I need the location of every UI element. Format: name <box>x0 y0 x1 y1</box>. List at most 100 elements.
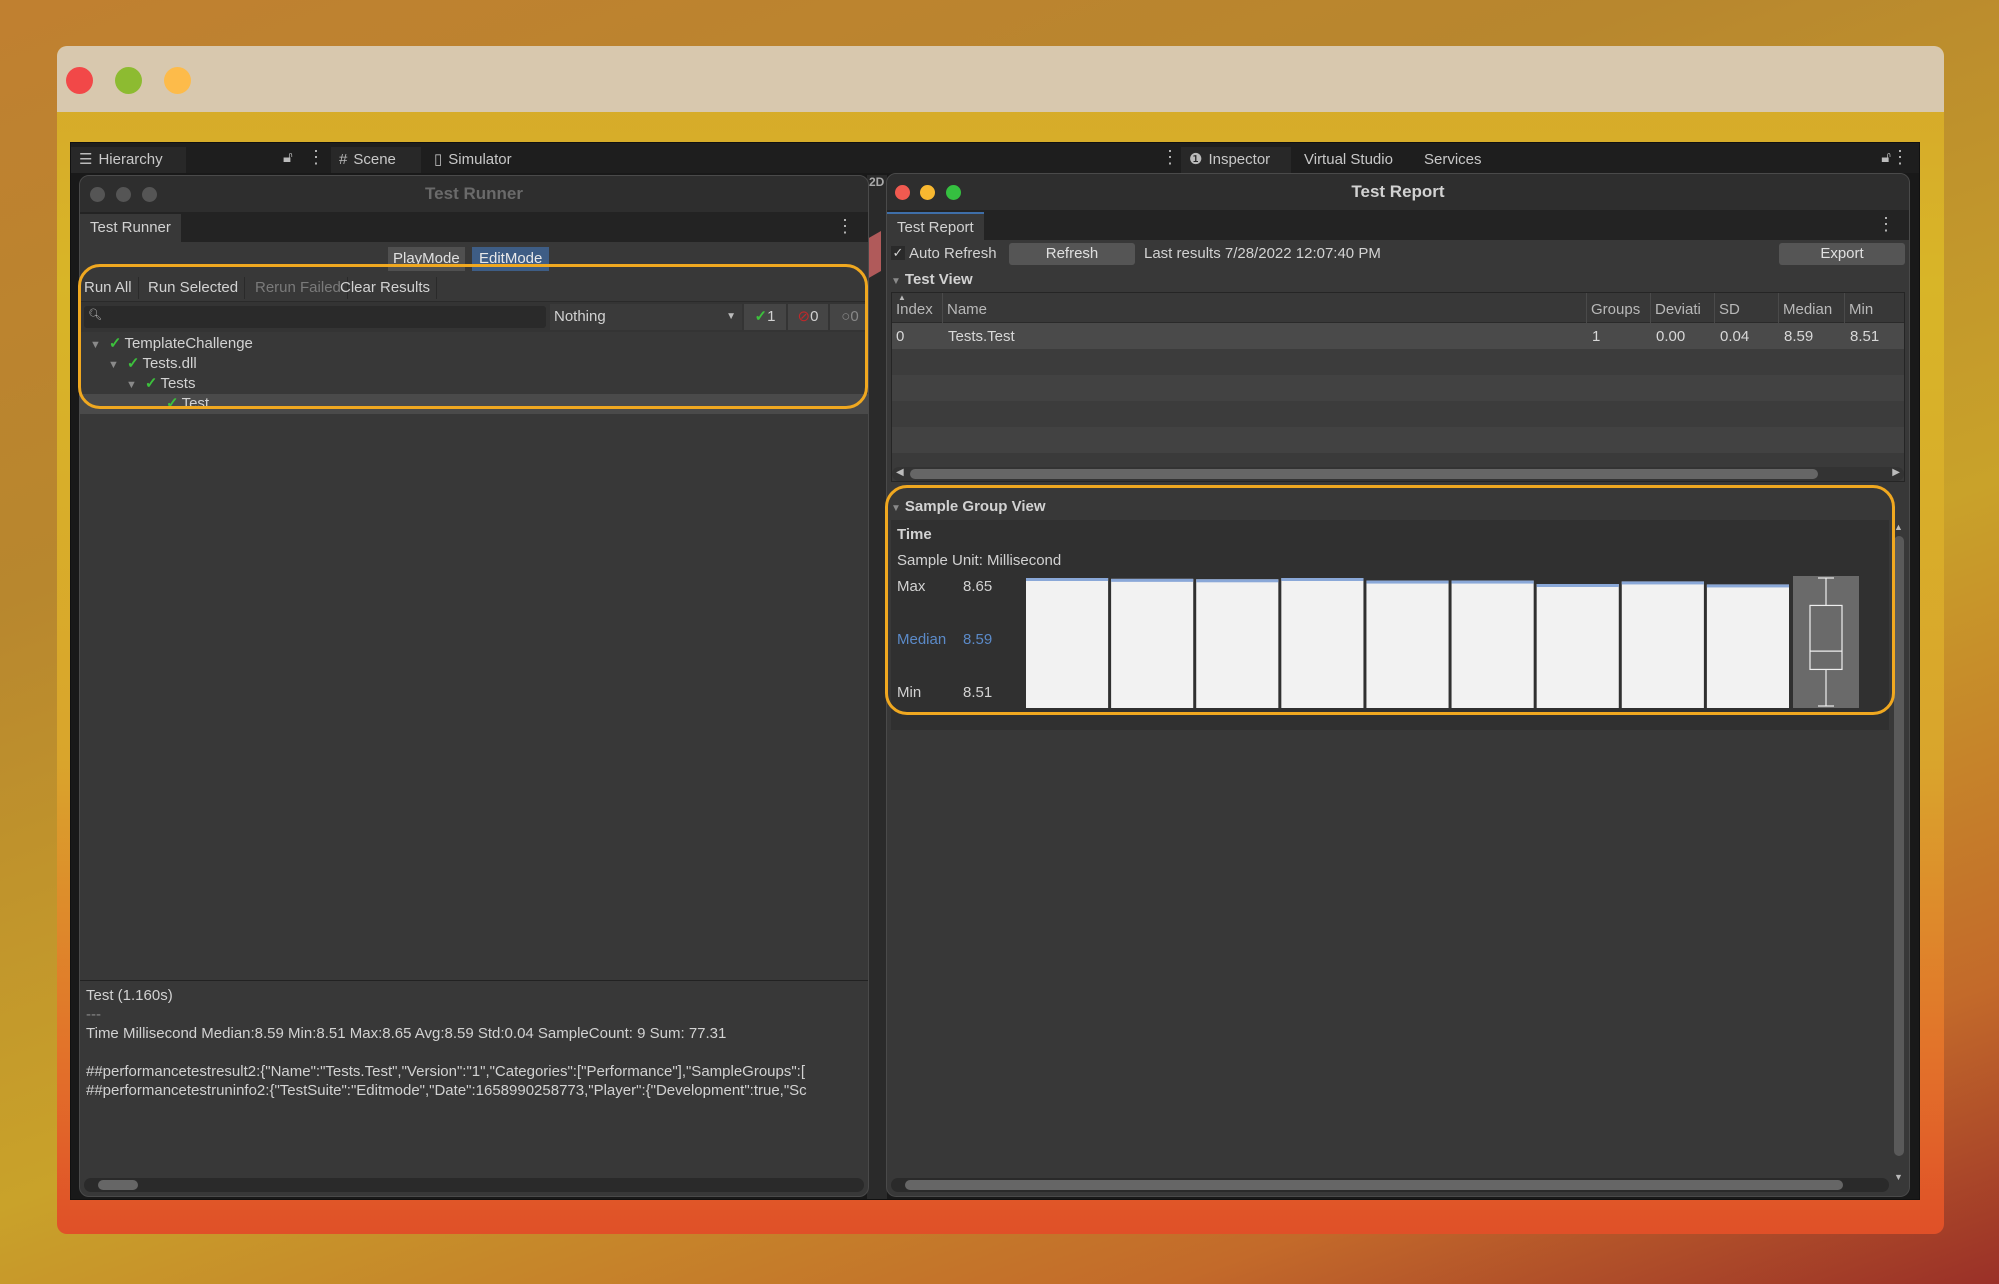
max-label: Max <box>897 578 926 595</box>
lock-icon[interactable]: 🔓︎ <box>1881 149 1891 166</box>
filter-bar: 🔍︎ Nothing ▼ ✓1 ⊘0 ○0 <box>80 302 868 332</box>
vertical-scrollbar[interactable]: ▲ ▼ <box>1893 522 1905 1182</box>
column-header-sd[interactable]: SD <box>1714 293 1740 323</box>
horizontal-scrollbar[interactable]: ◀ ▶ <box>892 467 1904 481</box>
last-results-text: Last results 7/28/2022 12:07:40 PM <box>1144 245 1381 262</box>
more-options-icon[interactable]: ⋮ <box>836 216 854 237</box>
tab-strip: Test Runner ⋮ <box>80 212 868 242</box>
tab-editmode[interactable]: EditMode <box>472 247 550 271</box>
maximize-button[interactable] <box>142 187 157 202</box>
details-runinfo-line: ##performancetestruninfo2:{"TestSuite":"… <box>86 1082 807 1099</box>
tree-item[interactable]: ▼ ✓ Tests <box>80 374 868 394</box>
sample-bar-top <box>1536 584 1619 587</box>
tab-simulator[interactable]: ▯ Simulator <box>426 147 536 173</box>
mode-tabs: PlayMode EditMode <box>80 242 868 272</box>
horizontal-scrollbar[interactable] <box>84 1178 864 1192</box>
minimize-button[interactable] <box>116 187 131 202</box>
maximize-button[interactable] <box>946 185 961 200</box>
tab-services[interactable]: Services <box>1416 147 1506 173</box>
tab-virtual-studio[interactable]: Virtual Studio <box>1296 147 1411 173</box>
scroll-up-icon[interactable]: ▲ <box>1894 522 1903 532</box>
maximize-button[interactable] <box>164 67 191 94</box>
category-filter-dropdown[interactable]: Nothing ▼ <box>550 304 742 330</box>
sample-bar-top <box>1111 578 1194 582</box>
test-view-foldout[interactable]: ▼ Test View <box>887 268 1909 292</box>
refresh-button[interactable]: Refresh <box>1009 243 1135 265</box>
column-header-name[interactable]: Name <box>942 293 987 323</box>
test-toolbar: Run All Run Selected Rerun Failed Clear … <box>80 272 868 302</box>
scroll-down-icon[interactable]: ▼ <box>1894 1172 1903 1182</box>
more-options-icon[interactable]: ⋮ <box>1891 147 1909 168</box>
check-icon: ✓ <box>108 335 122 352</box>
table-header: ▲ Index Name Groups Deviati SD Median Min <box>892 293 1904 323</box>
scrollbar-thumb[interactable] <box>98 1180 138 1190</box>
tab-test-runner[interactable]: Test Runner <box>80 214 181 242</box>
search-input[interactable]: 🔍︎ <box>84 306 546 328</box>
sample-group-foldout[interactable]: ▼ Sample Group View <box>887 494 1909 520</box>
test-runner-titlebar: Test Runner <box>80 176 868 212</box>
check-icon: ✓ <box>166 395 179 412</box>
scrollbar-thumb[interactable] <box>905 1180 1843 1190</box>
splitter[interactable] <box>80 980 868 981</box>
close-button[interactable] <box>66 67 93 94</box>
lock-icon[interactable]: 🔓︎ <box>283 149 293 166</box>
minimize-button[interactable] <box>115 67 142 94</box>
min-value: 8.51 <box>963 684 993 701</box>
list-icon: ☰ <box>79 151 93 168</box>
column-header-deviation[interactable]: Deviati <box>1650 293 1714 323</box>
scrollbar-thumb[interactable] <box>910 469 1818 479</box>
tab-playmode[interactable]: PlayMode <box>388 247 465 271</box>
close-button[interactable] <box>895 185 910 200</box>
failed-filter-toggle[interactable]: ⊘0 <box>788 304 828 330</box>
scroll-left-icon[interactable]: ◀ <box>896 467 904 478</box>
clear-results-button[interactable]: Clear Results <box>340 277 438 299</box>
results-table: ▲ Index Name Groups Deviati SD Median Min… <box>891 292 1905 482</box>
window-titlebar <box>57 46 1944 112</box>
expand-triangle-icon[interactable]: ▼ <box>108 359 119 371</box>
expand-triangle-icon[interactable]: ▼ <box>126 379 137 391</box>
rerun-failed-button[interactable]: Rerun Failed <box>255 277 348 299</box>
table-row[interactable]: 0 Tests.Test 1 0.00 0.04 8.59 8.51 <box>892 323 1904 349</box>
app-window: ☰ Hierarchy 🔓︎ ⋮ # Scene ▯ Simulator ⋮ ❶ Ins… <box>57 46 1944 1234</box>
minimize-button[interactable] <box>920 185 935 200</box>
sample-bar-top <box>1366 580 1449 584</box>
column-header-groups[interactable]: Groups <box>1586 293 1640 323</box>
scroll-right-icon[interactable]: ▶ <box>1892 467 1900 478</box>
scrollbar-thumb[interactable] <box>1894 536 1904 1156</box>
passed-filter-toggle[interactable]: ✓1 <box>744 304 786 330</box>
window-title: Test Report <box>1351 182 1445 201</box>
tab-inspector[interactable]: ❶ Inspector <box>1181 147 1291 173</box>
sample-bar-top <box>1196 579 1279 583</box>
sample-bar <box>1366 580 1449 708</box>
column-header-min[interactable]: Min <box>1844 293 1873 323</box>
more-options-icon[interactable]: ⋮ <box>1877 214 1895 235</box>
tab-hierarchy[interactable]: ☰ Hierarchy <box>71 147 186 173</box>
skipped-filter-toggle[interactable]: ○0 <box>830 304 868 330</box>
search-field[interactable] <box>102 306 542 328</box>
tree-item[interactable]: ▼ ✓ TemplateChallenge <box>80 334 868 354</box>
tab-test-report[interactable]: Test Report <box>887 212 984 240</box>
more-options-icon[interactable]: ⋮ <box>307 147 325 168</box>
horizontal-scrollbar[interactable] <box>891 1178 1889 1192</box>
chart-subtitle: Sample Unit: Millisecond <box>897 552 1062 569</box>
details-result-line: ##performancetestresult2:{"Name":"Tests.… <box>86 1063 806 1080</box>
expand-triangle-icon: ▼ <box>891 503 901 514</box>
export-button[interactable]: Export <box>1779 243 1905 265</box>
tree-item-selected[interactable]: ✓ Test <box>80 394 868 414</box>
window-title: Test Runner <box>425 184 523 203</box>
scene-2d-toggle[interactable]: 2D <box>869 175 884 189</box>
tree-item[interactable]: ▼ ✓ Tests.dll <box>80 354 868 374</box>
run-all-button[interactable]: Run All <box>84 277 139 299</box>
unity-editor: ☰ Hierarchy 🔓︎ ⋮ # Scene ▯ Simulator ⋮ ❶ Ins… <box>70 142 1920 1200</box>
test-report-window: Test Report Test Report ⋮ ✓ Auto Refresh… <box>886 173 1910 1197</box>
check-icon: ✓ <box>126 355 140 372</box>
column-header-index[interactable]: ▲ Index <box>892 293 933 323</box>
auto-refresh-checkbox[interactable]: ✓ <box>891 246 905 260</box>
more-options-icon[interactable]: ⋮ <box>1161 147 1179 168</box>
tab-scene[interactable]: # Scene <box>331 147 421 173</box>
column-header-median[interactable]: Median <box>1778 293 1832 323</box>
expand-triangle-icon[interactable]: ▼ <box>90 339 101 351</box>
run-selected-button[interactable]: Run Selected <box>148 277 246 299</box>
sample-bar-top <box>1026 578 1109 581</box>
close-button[interactable] <box>90 187 105 202</box>
